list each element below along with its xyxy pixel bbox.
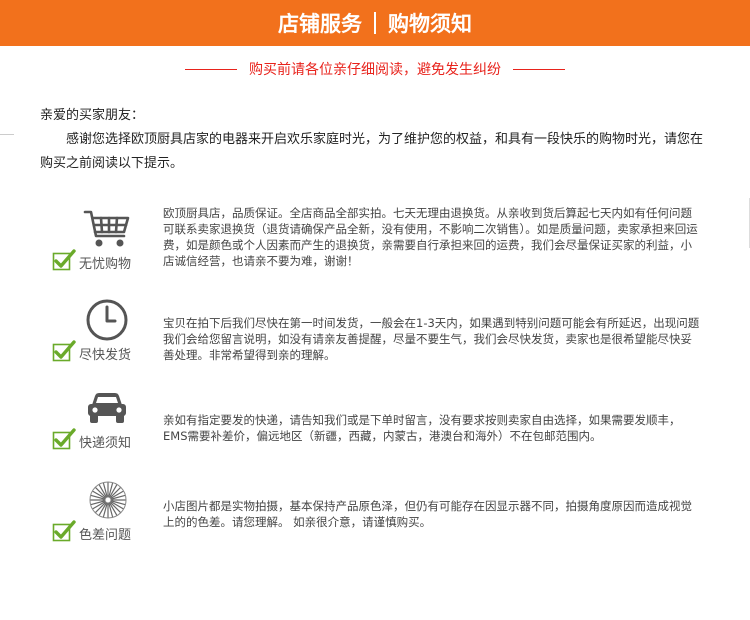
header-banner: 店铺服务 购物须知 <box>0 0 750 46</box>
section-text: 宝贝在拍下后我们尽快在第一时间发货，一般会在1-3天内，如果遇到特别问题可能会有… <box>163 316 700 362</box>
subtitle: 购买前请各位亲仔细阅读，避免发生纠纷 <box>0 58 750 80</box>
section-delivery-notice: 快递须知 亲如有指定要发的快递，请告知我们或是下单时留言，没有要求按则卖家自由选… <box>0 386 750 476</box>
intro-body: 感谢您选择欧顶厨具店家的电器来开启欢乐家庭时光，为了维护您的权益，和具有一段快乐… <box>40 132 704 171</box>
intro-greeting: 亲爱的买家朋友： <box>40 108 145 123</box>
section-label: 尽快发货 <box>79 348 132 363</box>
section-fast-shipping: 尽快发货 宝贝在拍下后我们尽快在第一时间发货，一般会在1-3天内，如果遇到特别问… <box>0 293 750 383</box>
subtitle-line-left <box>185 68 237 70</box>
section-label: 快递须知 <box>79 436 132 451</box>
banner-divider <box>374 12 376 34</box>
check-icon <box>52 427 76 451</box>
subtitle-line-right <box>513 68 565 70</box>
clock-icon <box>84 297 130 343</box>
section-worry-free-shopping: 无忧购物 欧顶厨具店，品质保证。全店商品全部实拍。七天无理由退换货。从亲收到货后… <box>0 200 750 290</box>
shopping-cart-icon <box>82 208 132 250</box>
section-label: 色差问题 <box>79 528 132 543</box>
check-icon <box>52 519 76 543</box>
section-text: 欧顶厨具店，品质保证。全店商品全部实拍。七天无理由退换货。从亲收到货后算起七天内… <box>163 206 698 268</box>
subtitle-text: 购买前请各位亲仔细阅读，避免发生纠纷 <box>249 62 501 78</box>
edge-mark-left <box>0 134 14 135</box>
section-label: 无忧购物 <box>79 257 132 272</box>
section-text: 亲如有指定要发的快递，请告知我们或是下单时留言，没有要求按则卖家自由选择，如果需… <box>163 413 681 443</box>
check-icon <box>52 248 76 272</box>
section-color-difference: 色差问题 小店图片都是实物拍摄，基本保持产品原色泽，但仍有可能存在因显示器不同，… <box>0 478 750 568</box>
color-wheel-icon <box>88 480 128 520</box>
check-icon <box>52 339 76 363</box>
banner-title-shopping-notice: 购物须知 <box>388 12 472 36</box>
section-text: 小店图片都是实物拍摄，基本保持产品原色泽，但仍有可能存在因显示器不同，拍摄角度原… <box>163 499 692 529</box>
banner-title-store-service: 店铺服务 <box>278 12 362 36</box>
car-icon <box>86 390 128 426</box>
intro: 亲爱的买家朋友： 感谢您选择欧顶厨具店家的电器来开启欢乐家庭时光，为了维护您的权… <box>40 104 710 176</box>
